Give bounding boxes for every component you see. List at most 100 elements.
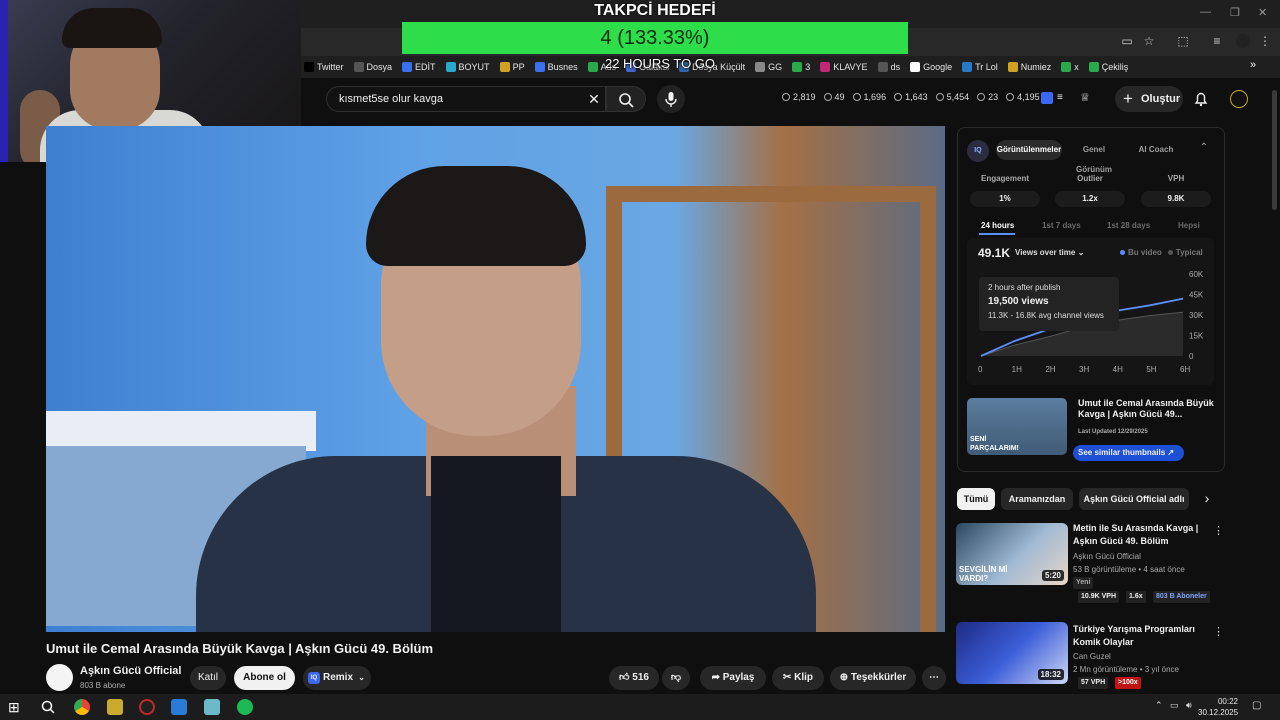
bookmarks-overflow-icon[interactable]: » — [1250, 59, 1256, 71]
browser-menu-icon[interactable]: ⋮ — [1258, 34, 1272, 48]
bookmark-star-icon[interactable]: ☆ — [1142, 34, 1156, 48]
bell-icon[interactable] — [1192, 90, 1210, 108]
y-tick-label: 60K — [1189, 270, 1204, 279]
video-player[interactable] — [46, 126, 945, 632]
bookmark-item[interactable]: Twitter — [304, 62, 344, 72]
tab-views[interactable]: Görüntülenmeler — [996, 140, 1062, 160]
chart-tooltip: 2 hours after publish 19,500 views 11.3K… — [979, 277, 1119, 331]
clear-search-icon[interactable]: ✕ — [585, 90, 603, 108]
obs-icon[interactable] — [139, 699, 155, 715]
trophy-icon[interactable]: ♕ — [1080, 91, 1090, 104]
clip-button[interactable]: ✂ Klip — [772, 666, 824, 690]
network-icon[interactable]: ▭ — [1170, 700, 1179, 711]
tab-overview[interactable]: Genel Görünüm — [1064, 140, 1124, 174]
bookmark-item[interactable]: PP — [499, 62, 525, 72]
dislike-button[interactable]: 👎︎ — [662, 666, 690, 690]
channel-name[interactable]: Aşkın Gücü Official — [80, 665, 181, 677]
bookmark-item[interactable]: KLAVYE — [820, 62, 868, 72]
tray-chevron-icon[interactable]: ⌃ — [1155, 700, 1163, 711]
bookmark-item[interactable]: Google — [910, 62, 952, 72]
clock-time: 00:22 — [1217, 697, 1238, 706]
views-over-time-dropdown[interactable]: Views over time ⌄ — [1015, 248, 1084, 257]
channel-avatar[interactable] — [46, 664, 73, 691]
maximize-icon[interactable]: ❐ — [1230, 6, 1240, 19]
range-24-hours[interactable]: 24 hours — [981, 221, 1014, 230]
search-button[interactable] — [606, 86, 646, 112]
x-tick-label: 1H — [1012, 365, 1022, 374]
range-all[interactable]: Hepsi — [1178, 221, 1200, 230]
bookmark-label: EDİT — [415, 62, 436, 72]
bookmark-label: Google — [923, 62, 953, 72]
extensions-icon[interactable]: ⬚ — [1176, 34, 1190, 48]
remix-button[interactable]: IQ Remix ⌄ — [303, 666, 371, 690]
bookmark-item[interactable]: BOYUT — [445, 62, 490, 72]
volume-icon[interactable]: 🔊︎ — [1186, 700, 1192, 711]
close-window-icon[interactable]: ✕ — [1258, 6, 1267, 19]
iq-extension-icon[interactable] — [1041, 92, 1053, 104]
spotify-icon[interactable] — [237, 699, 253, 715]
stat-value: 49 — [834, 92, 845, 102]
files-icon[interactable] — [204, 699, 220, 715]
profile-icon[interactable] — [1236, 34, 1250, 48]
rec-menu-icon[interactable]: ⋮ — [1213, 524, 1224, 537]
y-tick-label: 15K — [1189, 332, 1204, 341]
rec-ratio: >100x — [1115, 677, 1141, 689]
bookmark-item[interactable]: ds — [877, 62, 900, 72]
list-icon[interactable]: ≡ — [1057, 92, 1063, 103]
bookmark-item[interactable]: Dosya — [353, 62, 392, 72]
rec-channel[interactable]: Aşkın Gücü Official — [1073, 552, 1141, 561]
similar-thumbnail[interactable]: SENİ PARÇALARIM! — [967, 398, 1067, 455]
external-link-icon: ↗ — [1167, 448, 1175, 457]
bookmark-label: Numiez — [1020, 62, 1052, 72]
chrome-icon[interactable] — [74, 699, 90, 715]
app-icon[interactable] — [107, 699, 123, 715]
rec-thumbnail[interactable]: SEVGİLİN Mİ VARDI? 5:20 — [956, 523, 1068, 585]
bookmark-item[interactable]: Numiez — [1007, 62, 1052, 72]
taskbar-clock[interactable]: 00:22 30.12.2025 — [1198, 696, 1238, 718]
search-icon — [619, 93, 634, 108]
chevron-right-icon[interactable]: › — [1198, 490, 1216, 506]
bookmark-item[interactable]: Çekiliş — [1088, 62, 1128, 72]
rec-thumbnail[interactable]: 18:32 — [956, 622, 1068, 684]
chip-from-search[interactable]: Aramanızdan — [1001, 488, 1073, 510]
account-avatar[interactable] — [1230, 90, 1248, 108]
cast-icon[interactable]: ▭ — [1120, 34, 1134, 48]
minimize-icon[interactable]: — — [1200, 6, 1211, 18]
photos-icon[interactable] — [171, 699, 187, 715]
bookmark-item[interactable]: Tr Lol — [962, 62, 998, 72]
rec-title[interactable]: Metin ile Su Arasında Kavga | Aşkın Gücü… — [1073, 522, 1201, 548]
more-actions-button[interactable]: ⋯ — [922, 666, 946, 690]
voice-search-button[interactable] — [657, 85, 685, 113]
media-icon[interactable]: ≡ — [1210, 34, 1224, 48]
see-similar-thumbnails-button[interactable]: See similar thumbnails ↗ — [1073, 445, 1184, 461]
bookmark-item[interactable]: x — [1061, 62, 1079, 72]
bookmark-item[interactable]: 3 — [792, 62, 810, 72]
legend-this-video-label: Bu video — [1128, 248, 1162, 257]
thanks-button[interactable]: ⊕ Teşekkürler — [830, 666, 916, 690]
bookmark-item[interactable]: EDİT — [402, 62, 436, 72]
chevron-up-icon[interactable]: ⌃ — [1196, 142, 1212, 153]
like-button[interactable]: 👍︎ 516 — [609, 666, 659, 690]
range-28-days[interactable]: 1st 28 days — [1107, 221, 1150, 230]
search-input[interactable]: kısmet5se olur kavga — [326, 86, 606, 112]
page-scrollbar[interactable] — [1272, 90, 1277, 210]
subscribe-button[interactable]: Abone ol — [234, 666, 295, 690]
create-button[interactable]: + Oluştur — [1115, 86, 1183, 112]
range-7-days[interactable]: 1st 7 days — [1042, 221, 1081, 230]
remix-label: Remix — [323, 672, 354, 683]
tab-ai-coach[interactable]: AI Coach — [1130, 140, 1182, 160]
chip-all[interactable]: Tümü — [957, 488, 995, 510]
share-button[interactable]: ➦ Paylaş — [700, 666, 766, 690]
windows-start-icon[interactable]: ⊞ — [8, 699, 24, 715]
notification-icon[interactable]: ▢ — [1252, 700, 1261, 711]
stat-icon — [1006, 93, 1015, 101]
rec-menu-icon[interactable]: ⋮ — [1213, 625, 1224, 638]
rec-title[interactable]: Türkiye Yarışma Programları Komik Olayla… — [1073, 623, 1201, 649]
join-button[interactable]: Katıl — [190, 666, 226, 690]
chip-channel[interactable]: Aşkın Gücü Official adlı — [1079, 488, 1189, 510]
bookmark-icon — [910, 62, 921, 72]
rec-channel[interactable]: Can Guzel — [1073, 652, 1111, 661]
search-icon[interactable] — [40, 699, 56, 715]
stat-icon — [823, 93, 832, 101]
stat-value: 23 — [988, 92, 999, 102]
